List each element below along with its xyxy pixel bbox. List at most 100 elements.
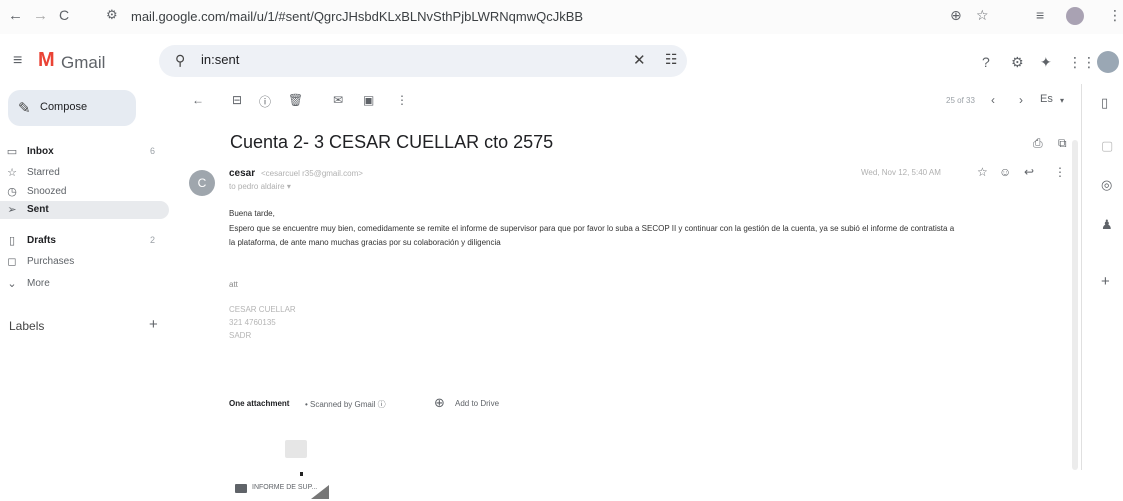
sender-email: <cesarcuel r35@gmail.com> (261, 169, 363, 178)
account-avatar[interactable] (1097, 51, 1119, 73)
attachment-count: One attachment (229, 399, 290, 408)
print-icon[interactable]: ⎙ (1033, 136, 1043, 151)
sidebar-item-label: Starred (27, 167, 60, 178)
email-subject: Cuenta 2- 3 CESAR CUELLAR cto 2575 (230, 132, 554, 152)
more-options-icon[interactable]: ⋮ (396, 93, 408, 107)
main-menu-icon[interactable]: ≡ (13, 52, 22, 70)
newer-chevron-right-icon[interactable]: › (1019, 93, 1023, 107)
reply-icon[interactable]: ↩ (1024, 165, 1034, 179)
body-greeting: Buena tarde, (229, 209, 275, 218)
help-icon[interactable]: ? (982, 54, 990, 70)
attachment-file-name: INFORME DE SUP... (252, 484, 318, 491)
pagination-count: 25 of 33 (946, 96, 975, 105)
signature-organization: SADR (229, 331, 252, 340)
search-icon[interactable]: ⚲ (175, 52, 185, 69)
emoji-react-icon[interactable]: ☺ (999, 165, 1011, 179)
sidebar-item-snoozed[interactable]: ◷ Snoozed (0, 183, 180, 201)
search-input[interactable] (201, 52, 581, 67)
reload-icon[interactable]: C (59, 7, 69, 23)
browser-toolbar: ← → C ⚙ mail.google.com/mail/u/1/#sent/Q… (0, 0, 1123, 34)
archive-icon[interactable]: ⊟ (232, 93, 242, 107)
message-more-icon[interactable]: ⋮ (1054, 165, 1066, 179)
inbox-icon: ▭ (6, 146, 18, 158)
signature-name: CESAR CUELLAR (229, 305, 296, 314)
sidebar-item-purchases[interactable]: ◻ Purchases (0, 253, 180, 271)
unread-count: 6 (149, 146, 155, 156)
move-to-icon[interactable]: ▣ (363, 93, 374, 107)
scanned-by-gmail-note: • Scanned by Gmail ⓘ (305, 400, 386, 409)
address-bar[interactable]: mail.google.com/mail/u/1/#sent/QgrcJHsbd… (131, 9, 583, 24)
sender-avatar[interactable]: C (189, 170, 215, 196)
sidebar-item-drafts[interactable]: ▯ Drafts 2 (0, 232, 180, 250)
chevron-down-icon: ⌄ (7, 278, 17, 290)
body-text: la plataforma, de ante mano muchas graci… (229, 238, 501, 247)
pencil-icon: ✎ (18, 100, 31, 117)
add-to-drive-link[interactable]: Add to Drive (455, 399, 499, 408)
draft-icon: ▯ (8, 235, 16, 247)
search-options-icon[interactable]: ☷ (665, 51, 678, 68)
browser-menu-icon[interactable]: ⋮ (1108, 7, 1122, 24)
compose-button[interactable]: ✎ Compose (8, 90, 136, 126)
draft-count: 2 (149, 235, 155, 245)
gmail-logo-icon[interactable]: M (38, 49, 55, 72)
sidebar-item-label: Drafts (27, 235, 56, 246)
recipient-details-toggle[interactable]: to pedro aldaire ▾ (229, 182, 291, 191)
sidebar-item-inbox[interactable]: ▭ Inbox 6 (0, 143, 180, 161)
sidebar-item-more[interactable]: ⌄ More (0, 275, 180, 293)
signature-phone: 321 4760135 (229, 318, 276, 327)
apps-grid-icon[interactable]: ⋮⋮ (1068, 54, 1096, 71)
body-text: Espero que se encuentre muy bien, comedi… (229, 224, 955, 233)
sidebar-item-label: Purchases (27, 256, 75, 267)
mark-unread-icon[interactable]: ✉ (333, 93, 343, 107)
contacts-icon[interactable]: ♟ (1101, 217, 1113, 233)
extensions-icon[interactable]: ≡ (1036, 7, 1044, 23)
gemini-sparkle-icon[interactable]: ✦ (1040, 54, 1052, 71)
search-bar: ⚲ ✕ ☷ (159, 45, 687, 77)
attachment-preview-image (285, 440, 307, 458)
sidebar-item-sent[interactable]: ➢ Sent (0, 201, 169, 219)
scrollbar[interactable] (1072, 140, 1078, 470)
add-to-drive-icon[interactable]: ⊕ (434, 395, 445, 411)
browser-profile-avatar[interactable] (1066, 7, 1084, 25)
cursor-mark (300, 472, 303, 476)
sidebar-item-label: More (27, 278, 50, 289)
create-label-icon[interactable]: + (149, 316, 158, 333)
gmail-wordmark[interactable]: Gmail (61, 53, 105, 73)
shopping-bag-icon: ◻ (7, 256, 17, 268)
language-dropdown-icon[interactable]: ▾ (1060, 96, 1064, 105)
sidebar-item-label: Inbox (27, 146, 54, 157)
keep-icon[interactable]: ▢ (1101, 138, 1113, 154)
clock-icon: ◷ (7, 186, 17, 198)
sender-name[interactable]: cesar (229, 168, 255, 179)
back-arrow-icon[interactable]: ← (8, 7, 23, 24)
delete-trash-icon[interactable]: 🗑 (288, 93, 303, 107)
star-message-icon[interactable]: ☆ (977, 165, 988, 179)
mouse-pointer-icon (311, 485, 329, 499)
zoom-icon[interactable]: ⊕ (950, 7, 962, 24)
compose-label: Compose (40, 101, 88, 113)
calendar-icon[interactable]: ▯ (1101, 95, 1108, 111)
get-addons-icon[interactable]: + (1101, 273, 1110, 290)
message-date: Wed, Nov 12, 5:40 AM (861, 168, 941, 177)
signature-closing: att (229, 280, 238, 289)
forward-arrow-icon[interactable]: → (33, 7, 48, 24)
input-language-selector[interactable]: Es (1040, 93, 1053, 105)
site-settings-icon[interactable]: ⚙ (106, 7, 118, 23)
report-spam-icon[interactable]: ⓘ (259, 93, 271, 110)
tasks-icon[interactable]: ◎ (1101, 177, 1112, 193)
sidebar-item-starred[interactable]: ☆ Starred (0, 164, 180, 182)
settings-gear-icon[interactable]: ⚙ (1011, 54, 1024, 71)
older-chevron-left-icon[interactable]: ‹ (991, 93, 995, 107)
open-new-window-icon[interactable]: ⧉ (1058, 136, 1067, 151)
file-type-icon (235, 484, 247, 493)
side-panel-divider (1081, 84, 1082, 470)
sidebar-item-label: Snoozed (27, 186, 67, 197)
star-icon: ☆ (7, 167, 17, 179)
sidebar-item-label: Sent (27, 204, 49, 215)
send-icon: ➢ (7, 204, 17, 216)
back-to-list-icon[interactable]: ← (192, 93, 204, 107)
bookmark-star-icon[interactable]: ☆ (976, 7, 989, 24)
clear-search-icon[interactable]: ✕ (633, 51, 646, 69)
attachment-card[interactable]: INFORME DE SUP... (229, 425, 359, 501)
labels-heading: Labels (9, 319, 45, 333)
